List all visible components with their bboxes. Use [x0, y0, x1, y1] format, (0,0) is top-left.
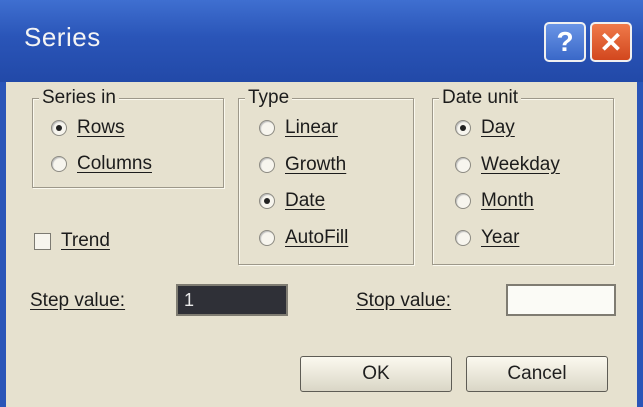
series-in-group: Series in Rows Columns: [32, 87, 224, 188]
radio-button-icon: [51, 120, 67, 136]
radio-date[interactable]: Date: [259, 190, 325, 212]
help-button[interactable]: ?: [544, 22, 586, 62]
trend-checkbox[interactable]: Trend: [34, 230, 110, 252]
radio-columns[interactable]: Columns: [51, 153, 152, 175]
window-frame-left: [0, 82, 6, 407]
radio-month[interactable]: Month: [455, 190, 534, 212]
radio-weekday-label: Weekday: [481, 154, 560, 175]
radio-autofill-label: AutoFill: [285, 227, 349, 248]
stop-value-label: Stop value:: [356, 290, 452, 311]
radio-day[interactable]: Day: [455, 117, 515, 139]
radio-linear[interactable]: Linear: [259, 117, 338, 139]
radio-columns-label: Columns: [77, 153, 152, 174]
title-bar[interactable]: Series ? ✕: [0, 0, 643, 82]
radio-button-icon: [259, 193, 275, 209]
radio-year[interactable]: Year: [455, 227, 519, 249]
radio-date-label: Date: [285, 190, 326, 211]
radio-autofill[interactable]: AutoFill: [259, 227, 348, 249]
stop-value-input[interactable]: [506, 284, 616, 316]
radio-day-label: Day: [481, 117, 515, 138]
type-legend: Type: [245, 87, 293, 109]
type-group: Type Linear Growth Date AutoFill: [238, 87, 414, 265]
radio-button-icon: [259, 157, 275, 173]
close-icon: ✕: [599, 26, 623, 58]
step-value-label: Step value:: [30, 290, 126, 311]
radio-rows-label: Rows: [77, 117, 125, 138]
window-frame-right: [637, 82, 643, 407]
checkbox-icon: [34, 232, 51, 250]
trend-label: Trend: [61, 230, 110, 251]
radio-growth[interactable]: Growth: [259, 154, 346, 176]
radio-weekday[interactable]: Weekday: [455, 154, 560, 176]
radio-button-icon: [455, 120, 471, 136]
close-button[interactable]: ✕: [590, 22, 632, 62]
step-value-input[interactable]: [176, 284, 288, 316]
date-unit-group: Date unit Day Weekday Month Year: [432, 87, 614, 265]
date-unit-legend: Date unit: [439, 87, 522, 109]
radio-button-icon: [51, 156, 67, 172]
cancel-button[interactable]: Cancel: [466, 356, 608, 392]
series-dialog: Series ? ✕ Series in Rows Columns Trend …: [0, 0, 643, 407]
radio-button-icon: [455, 193, 471, 209]
radio-growth-label: Growth: [285, 154, 347, 175]
window-title: Series: [24, 22, 101, 52]
question-mark-icon: ?: [556, 26, 574, 57]
radio-button-icon: [455, 230, 471, 246]
radio-button-icon: [259, 230, 275, 246]
radio-year-label: Year: [481, 227, 520, 248]
ok-button[interactable]: OK: [300, 356, 452, 392]
radio-linear-label: Linear: [285, 117, 338, 138]
radio-button-icon: [455, 157, 471, 173]
radio-button-icon: [259, 120, 275, 136]
radio-month-label: Month: [481, 190, 534, 211]
radio-rows[interactable]: Rows: [51, 117, 125, 139]
series-in-legend: Series in: [39, 87, 119, 109]
